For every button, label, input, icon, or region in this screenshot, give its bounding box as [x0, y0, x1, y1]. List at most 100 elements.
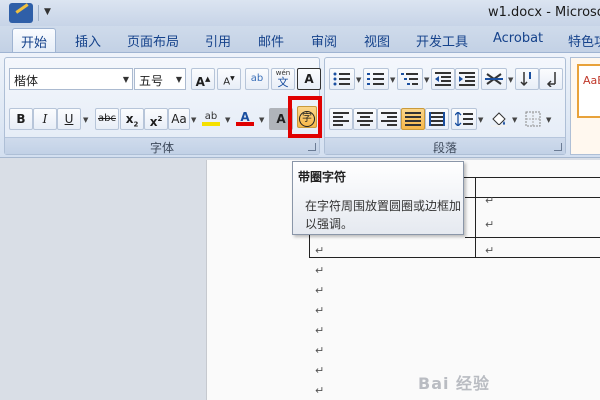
tab-insert[interactable]: 插入: [75, 31, 101, 50]
paragraph-mark: ↵: [315, 304, 325, 317]
italic-label: I: [42, 112, 48, 126]
grow-font-button[interactable]: A▲: [191, 68, 215, 90]
subscript-button[interactable]: x2: [120, 108, 144, 130]
align-center-button[interactable]: [353, 108, 377, 130]
superscript-mark: 2: [157, 115, 163, 123]
font-name-box[interactable]: 楷体 ▼: [9, 68, 133, 90]
tab-featured[interactable]: 特色功: [568, 31, 600, 50]
increase-indent-button[interactable]: [455, 68, 479, 90]
borders-dropdown-icon[interactable]: ▼: [546, 116, 551, 124]
font-name-value: 楷体: [14, 74, 39, 88]
italic-button[interactable]: I: [33, 108, 57, 130]
tab-mailings[interactable]: 邮件: [258, 31, 284, 50]
tab-page-layout[interactable]: 页面布局: [127, 31, 179, 50]
table-border: [309, 235, 310, 258]
subscript-mark: 2: [133, 120, 139, 129]
tooltip-body: 在字符周围放置圆圈或边框加以强调。: [305, 199, 462, 231]
paragraph-mark: ↵: [315, 244, 325, 257]
tab-view[interactable]: 视图: [364, 31, 390, 50]
tab-review[interactable]: 审阅: [311, 31, 337, 50]
shrink-font-button[interactable]: A▼: [217, 68, 241, 90]
numbering-dropdown-icon[interactable]: ▼: [390, 76, 395, 84]
char-border-button[interactable]: A: [297, 68, 321, 90]
align-left-button[interactable]: [329, 108, 353, 130]
underline-button[interactable]: U: [57, 108, 81, 130]
paragraph-mark: ↵: [315, 364, 325, 377]
title-bar: ▼ w1.docx - Microso: [0, 0, 600, 26]
table-border: [465, 237, 600, 238]
paragraph-mark: ↵: [315, 324, 325, 337]
font-size-box[interactable]: 五号 ▼: [134, 68, 186, 90]
tab-references[interactable]: 引用: [205, 31, 231, 50]
line-spacing-button[interactable]: [451, 108, 477, 130]
style-preview-normal[interactable]: AaBb: [577, 64, 600, 118]
highlight-callout-box: [288, 96, 322, 138]
line-spacing-dropdown-icon[interactable]: ▼: [478, 116, 483, 124]
chevron-down-icon[interactable]: ▼: [176, 75, 182, 84]
highlight-dropdown-icon[interactable]: ▼: [225, 116, 230, 124]
paragraph-mark: ↵: [315, 384, 325, 397]
tab-acrobat[interactable]: Acrobat: [493, 31, 543, 46]
ribbon-tabs: 开始 插入 页面布局 引用 邮件 审阅 视图 开发工具 Acrobat 特色功: [0, 26, 600, 53]
highlight-color-bar: [202, 122, 220, 126]
paragraph-mark: ↵: [485, 244, 495, 257]
phonetic-guide-button[interactable]: wén 文: [271, 68, 295, 90]
tooltip-title: 带圈字符: [298, 170, 347, 184]
highlight-label: ab: [204, 111, 218, 122]
table-border: [309, 257, 600, 258]
highlight-button[interactable]: ab: [199, 106, 223, 128]
paragraph-dialog-launcher-icon[interactable]: [554, 143, 562, 151]
clear-format-label: ab: [250, 73, 264, 84]
char-border-label: A: [304, 72, 314, 86]
styles-gallery[interactable]: AaBb: [570, 57, 600, 155]
word-app-icon[interactable]: [9, 3, 33, 23]
font-color-bar: [236, 122, 254, 126]
justify-button[interactable]: [401, 108, 425, 130]
font-group: 楷体 ▼ 五号 ▼ A▲ A▼ ab wén 文 A B I U ▼ abc x…: [4, 57, 321, 155]
borders-button[interactable]: [521, 108, 545, 130]
clear-format-button[interactable]: ab: [245, 68, 269, 90]
font-group-label: 字体: [5, 137, 319, 155]
underline-dropdown-icon[interactable]: ▼: [83, 116, 88, 124]
strikethrough-button[interactable]: abc: [95, 108, 119, 130]
multilevel-dropdown-icon[interactable]: ▼: [424, 76, 429, 84]
paragraph-mark: ↵: [485, 218, 495, 231]
tab-home[interactable]: 开始: [12, 28, 57, 53]
font-color-dropdown-icon[interactable]: ▼: [259, 116, 264, 124]
paragraph-mark: ↵: [315, 264, 325, 277]
change-case-dropdown-icon[interactable]: ▼: [191, 116, 196, 124]
multilevel-list-button[interactable]: [397, 68, 423, 90]
paragraph-mark: ↵: [315, 344, 325, 357]
align-right-button[interactable]: [377, 108, 401, 130]
bold-label: B: [16, 112, 26, 126]
strikethrough-label: abc: [98, 113, 116, 124]
paragraph-group: ▼ ▼ ▼ ▼ ▼ ▼ ▼ 段落: [324, 57, 566, 155]
change-case-label: Aa: [171, 112, 187, 126]
qat-dropdown-icon[interactable]: ▼: [44, 7, 51, 17]
paragraph-mark: ↵: [315, 284, 325, 297]
bullets-button[interactable]: [329, 68, 355, 90]
enclose-char-tooltip: 带圈字符 在字符周围放置圆圈或边框加以强调。: [292, 161, 464, 235]
table-border: [475, 177, 476, 258]
qat-separator: [38, 5, 39, 21]
grow-font-label: A: [195, 75, 205, 89]
shading-button[interactable]: [487, 108, 511, 130]
tab-developer[interactable]: 开发工具: [416, 31, 468, 50]
distributed-button[interactable]: [425, 108, 449, 130]
bullets-dropdown-icon[interactable]: ▼: [356, 76, 361, 84]
superscript-button[interactable]: x2: [144, 108, 168, 130]
sort-button[interactable]: [515, 68, 539, 90]
font-dialog-launcher-icon[interactable]: [308, 143, 316, 151]
shading-dropdown-icon[interactable]: ▼: [512, 116, 517, 124]
underline-label: U: [64, 112, 74, 126]
chevron-down-icon[interactable]: ▼: [123, 75, 129, 84]
chinese-layout-dropdown-icon[interactable]: ▼: [508, 76, 513, 84]
bold-button[interactable]: B: [9, 108, 33, 130]
show-marks-button[interactable]: [539, 68, 563, 90]
change-case-button[interactable]: Aa: [168, 108, 190, 130]
decrease-indent-button[interactable]: [431, 68, 455, 90]
chinese-layout-button[interactable]: [481, 68, 507, 90]
font-size-value: 五号: [139, 74, 164, 88]
numbering-button[interactable]: [363, 68, 389, 90]
font-color-button[interactable]: A: [233, 106, 257, 128]
